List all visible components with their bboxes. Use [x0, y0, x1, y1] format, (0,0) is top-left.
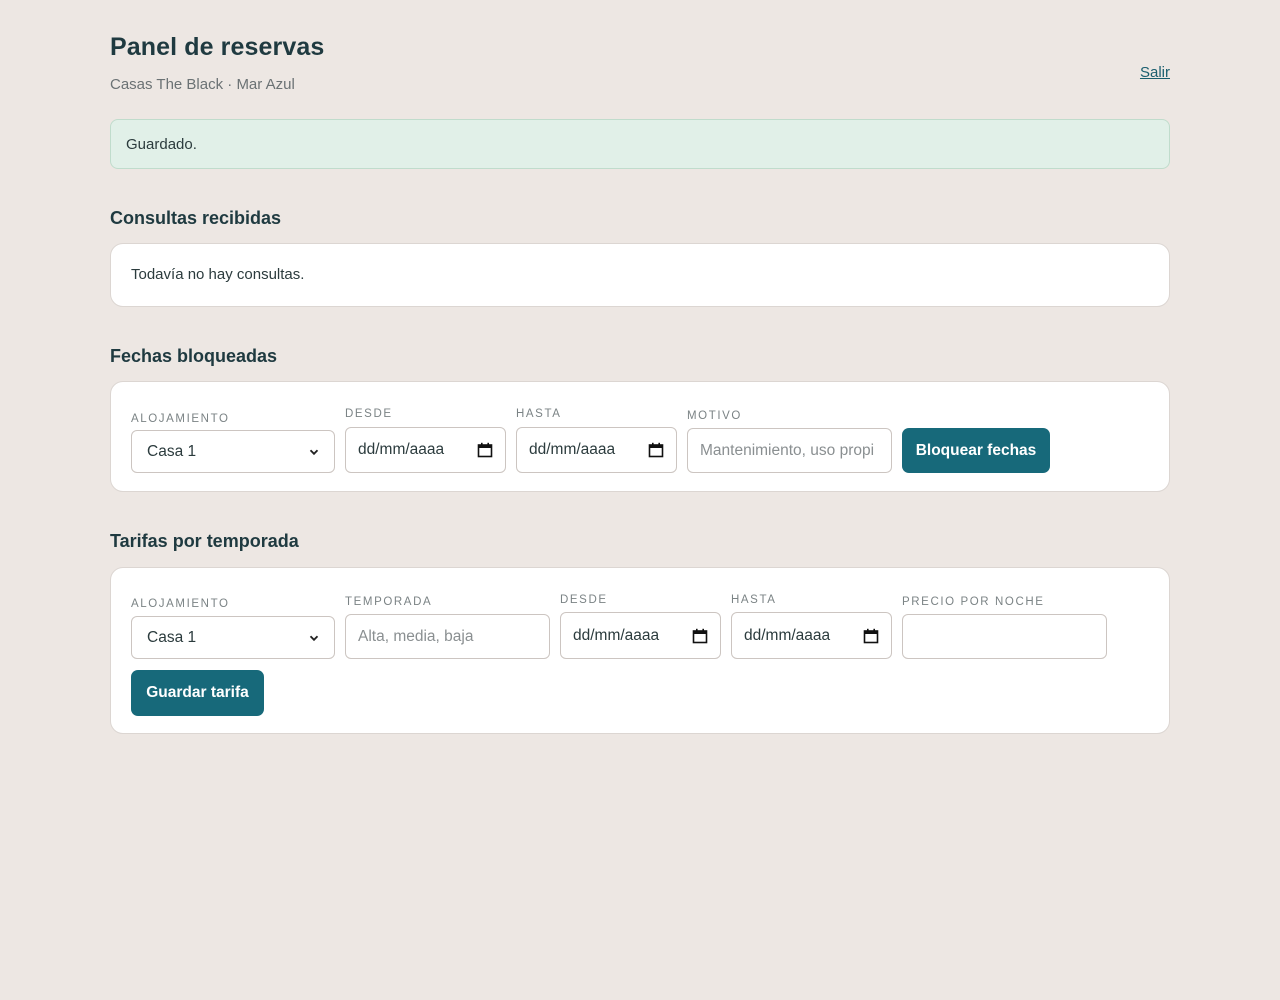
- block-motivo-label: Motivo: [687, 410, 742, 422]
- chevron-down-icon: [309, 449, 319, 455]
- block-alojamiento-value: Casa 1: [147, 442, 197, 460]
- rate-desde-value: dd/mm/aaaa: [573, 626, 660, 644]
- rate-desde-date-input[interactable]: dd/mm/aaaa: [560, 612, 721, 659]
- block-hasta-label: Hasta: [516, 408, 562, 420]
- blocked-dates-card: Alojamiento Casa 1 Desde dd/mm/aaaa Hast…: [110, 381, 1170, 492]
- calendar-icon[interactable]: [863, 628, 879, 644]
- rate-precio-label: Precio por noche: [902, 596, 1045, 608]
- inquiries-section-title: Consultas recibidas: [110, 208, 282, 228]
- calendar-icon[interactable]: [692, 628, 708, 644]
- block-motivo-input[interactable]: Mantenimiento, uso propi: [687, 428, 892, 473]
- reservations-panel: Panel de reservas Casas The Black · Mar …: [110, 0, 1170, 734]
- page-header: Panel de reservas Casas The Black · Mar …: [110, 0, 1170, 119]
- rate-precio-input[interactable]: [902, 614, 1107, 659]
- page-subtitle: Casas The Black · Mar Azul: [110, 76, 295, 93]
- block-dates-button[interactable]: Bloquear fechas: [902, 428, 1050, 473]
- rate-alojamiento-value: Casa 1: [147, 628, 197, 646]
- block-hasta-date-input[interactable]: dd/mm/aaaa: [516, 427, 677, 473]
- inquiries-card: Todavía no hay consultas.: [110, 243, 1170, 307]
- rate-hasta-label: Hasta: [731, 594, 777, 606]
- rate-hasta-date-input[interactable]: dd/mm/aaaa: [731, 612, 892, 659]
- block-alojamiento-select[interactable]: Casa 1: [131, 430, 335, 473]
- logout-link[interactable]: Salir: [1140, 64, 1170, 81]
- inquiries-empty-text: Todavía no hay consultas.: [131, 266, 305, 283]
- block-alojamiento-label: Alojamiento: [131, 413, 230, 425]
- blocked-dates-section-title: Fechas bloqueadas: [110, 346, 278, 366]
- block-motivo-placeholder: Mantenimiento, uso propi: [700, 441, 875, 459]
- block-desde-date-input[interactable]: dd/mm/aaaa: [345, 427, 506, 473]
- rate-temporada-input[interactable]: Alta, media, baja: [345, 614, 550, 659]
- rate-alojamiento-label: Alojamiento: [131, 598, 230, 610]
- save-rate-button[interactable]: Guardar tarifa: [131, 670, 264, 716]
- block-desde-label: Desde: [345, 408, 393, 420]
- block-desde-value: dd/mm/aaaa: [358, 441, 445, 458]
- page-title: Panel de reservas: [110, 33, 325, 61]
- block-hasta-value: dd/mm/aaaa: [529, 441, 616, 458]
- rate-alojamiento-select[interactable]: Casa 1: [131, 616, 335, 659]
- rates-card: Alojamiento Casa 1 Temporada Alta, media…: [110, 567, 1170, 734]
- success-alert-text: Guardado.: [126, 135, 197, 153]
- calendar-icon[interactable]: [648, 442, 664, 458]
- rate-temporada-label: Temporada: [345, 596, 433, 608]
- rate-hasta-value: dd/mm/aaaa: [744, 626, 831, 644]
- success-alert: Guardado.: [110, 119, 1170, 169]
- rates-section-title: Tarifas por temporada: [110, 531, 299, 551]
- rate-temporada-placeholder: Alta, media, baja: [358, 627, 474, 645]
- rate-desde-label: Desde: [560, 594, 608, 606]
- calendar-icon[interactable]: [477, 442, 493, 458]
- chevron-down-icon: [309, 635, 319, 641]
